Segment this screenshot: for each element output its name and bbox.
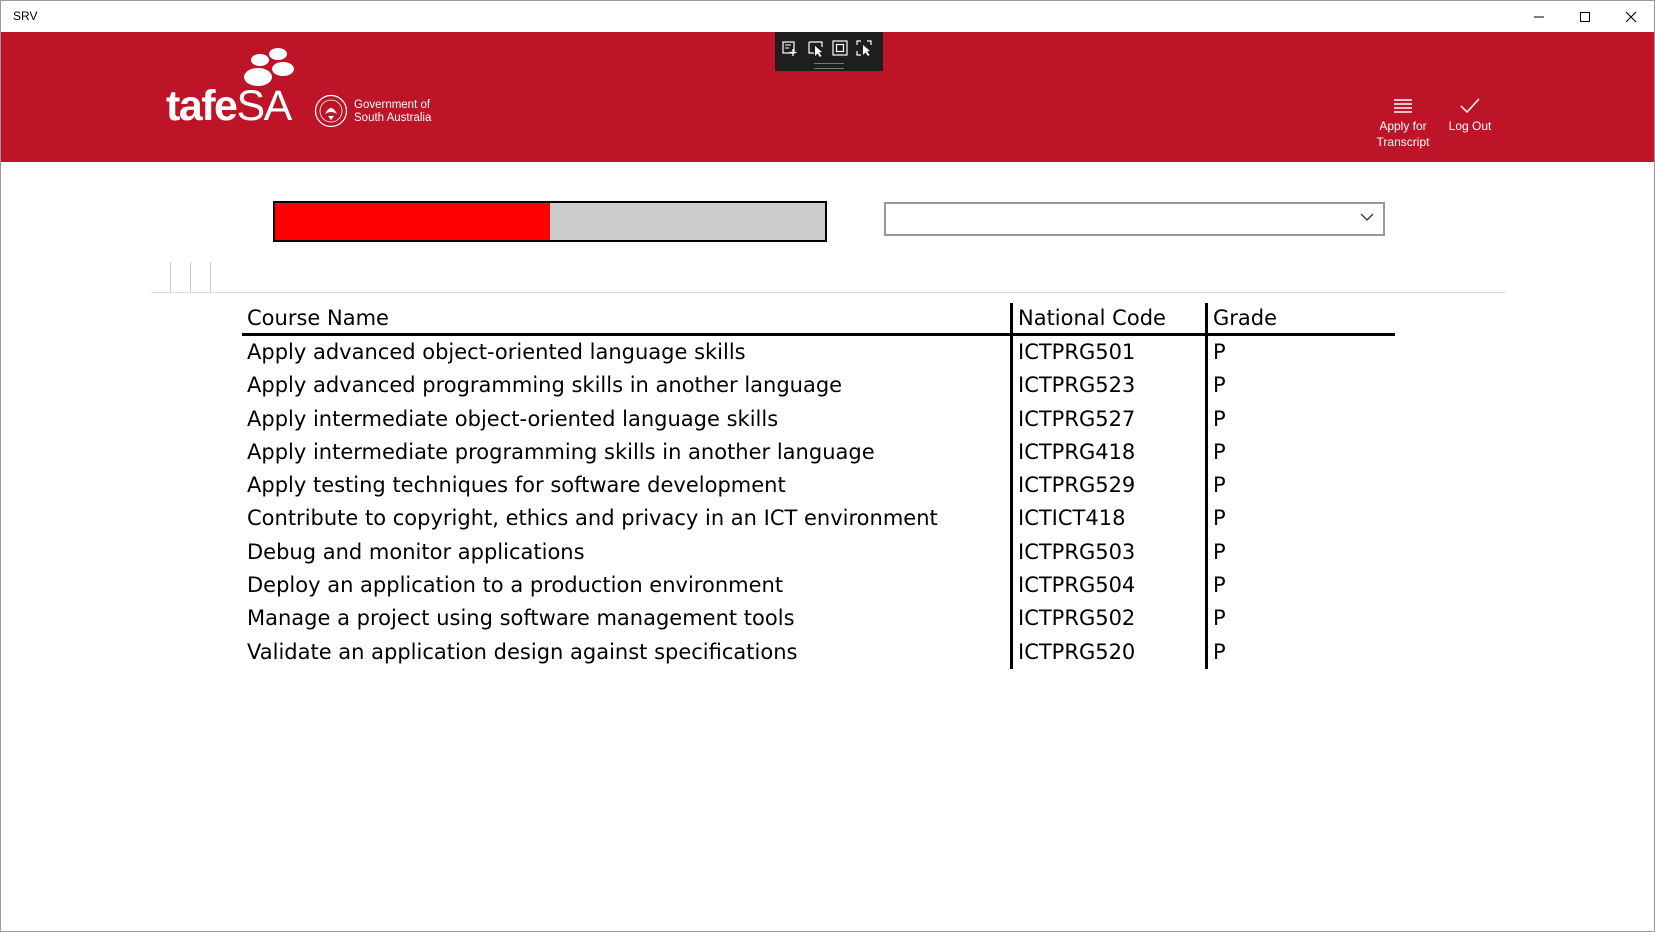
table-row[interactable]: Debug and monitor applications ICTPRG503 P <box>242 535 1395 570</box>
cell-grade: P <box>1205 602 1395 636</box>
cell-grade: P <box>1205 569 1395 603</box>
separator-line <box>190 262 191 292</box>
toolbar-grip[interactable] <box>814 63 844 69</box>
apply-transcript-label-2: Transcript <box>1376 135 1430 149</box>
table-row[interactable]: Validate an application design against s… <box>242 635 1395 669</box>
cell-national-code: ICTPRG523 <box>1010 369 1205 403</box>
close-icon <box>1625 11 1637 22</box>
apply-transcript-button[interactable]: Apply for Transcript <box>1368 96 1438 150</box>
capture-toolbar <box>775 32 883 71</box>
table-row[interactable]: Apply intermediate programming skills in… <box>242 435 1395 470</box>
cell-grade: P <box>1205 402 1395 436</box>
cell-national-code: ICTPRG503 <box>1010 535 1205 570</box>
header-national-code[interactable]: National Code <box>1010 303 1205 333</box>
separator-line <box>170 262 171 292</box>
chevron-down-icon <box>1360 213 1374 221</box>
checkmark-icon <box>1460 98 1480 114</box>
app-window: SRV tafeSA Government of South Australia… <box>0 0 1655 932</box>
window-capture-icon[interactable] <box>831 39 849 57</box>
cell-course-name: Apply testing techniques for software de… <box>247 473 786 498</box>
government-line-1: Government of <box>354 99 431 111</box>
cell-grade: P <box>1205 369 1395 403</box>
close-button[interactable] <box>1608 1 1654 32</box>
logo-word-tafe: tafe <box>166 82 238 130</box>
table-row[interactable]: Contribute to copyright, ethics and priv… <box>242 502 1395 536</box>
select-pointer-icon[interactable] <box>807 39 825 57</box>
tafesa-logo: tafeSA Government of South Australia <box>166 47 466 137</box>
table-row[interactable]: Apply advanced programming skills in ano… <box>242 369 1395 403</box>
table-body: Apply advanced object-oriented language … <box>242 336 1395 669</box>
cell-grade: P <box>1205 635 1395 669</box>
progress-fill <box>275 203 550 240</box>
cell-grade: P <box>1205 502 1395 536</box>
cell-national-code: ICTPRG527 <box>1010 402 1205 436</box>
cell-course-name: Contribute to copyright, ethics and priv… <box>247 506 938 531</box>
cell-grade: P <box>1205 535 1395 570</box>
header-grade[interactable]: Grade <box>1205 303 1395 333</box>
separator-line <box>210 262 211 292</box>
results-table: Course Name National Code Grade Apply ad… <box>242 303 1395 669</box>
cell-course-name: Apply intermediate object-oriented langu… <box>247 406 779 431</box>
cell-national-code: ICTPRG520 <box>1010 635 1205 669</box>
government-label: Government of South Australia <box>354 99 431 125</box>
cell-national-code: ICTPRG504 <box>1010 569 1205 603</box>
state-crest-icon <box>314 94 348 128</box>
cell-grade: P <box>1205 469 1395 503</box>
list-icon <box>1394 99 1412 113</box>
cell-grade: P <box>1205 435 1395 470</box>
cell-national-code: ICTPRG418 <box>1010 435 1205 470</box>
apply-transcript-label-1: Apply for <box>1379 119 1427 133</box>
cell-course-name: Debug and monitor applications <box>247 539 585 564</box>
fullscreen-pointer-icon[interactable] <box>855 39 873 57</box>
cell-national-code: ICTPRG529 <box>1010 469 1205 503</box>
table-row[interactable]: Deploy an application to a production en… <box>242 569 1395 603</box>
cell-national-code: ICTICT418 <box>1010 502 1205 536</box>
table-row[interactable]: Apply intermediate object-oriented langu… <box>242 402 1395 436</box>
table-header: Course Name National Code Grade <box>242 303 1395 336</box>
logo-wordmark: tafeSA <box>166 82 292 130</box>
cell-course-name: Deploy an application to a production en… <box>247 573 784 598</box>
window-title: SRV <box>13 9 38 23</box>
cell-national-code: ICTPRG501 <box>1010 336 1205 370</box>
log-out-label: Log Out <box>1448 119 1492 133</box>
cell-grade: P <box>1205 336 1395 370</box>
header-course-name[interactable]: Course Name <box>242 303 1010 333</box>
cell-national-code: ICTPRG502 <box>1010 602 1205 636</box>
course-dropdown[interactable] <box>884 202 1385 236</box>
maximize-button[interactable] <box>1562 1 1608 32</box>
minimize-icon <box>1534 16 1544 17</box>
cell-course-name: Manage a project using software manageme… <box>247 606 795 631</box>
log-out-button[interactable]: Log Out <box>1435 96 1505 134</box>
cell-course-name: Apply advanced object-oriented language … <box>247 340 746 364</box>
table-row[interactable]: Apply advanced object-oriented language … <box>242 336 1395 370</box>
maximize-icon <box>1580 11 1590 22</box>
minimize-button[interactable] <box>1516 1 1562 32</box>
cell-course-name: Apply intermediate programming skills in… <box>247 439 875 464</box>
cell-course-name: Validate an application design against s… <box>247 639 798 664</box>
government-line-2: South Australia <box>354 112 432 124</box>
progress-bar <box>273 201 827 242</box>
add-region-icon[interactable] <box>781 39 799 57</box>
table-row[interactable]: Apply testing techniques for software de… <box>242 469 1395 503</box>
section-divider <box>151 292 1506 293</box>
logo-word-sa: SA <box>236 82 292 130</box>
window-controls <box>1516 1 1654 32</box>
cell-course-name: Apply advanced programming skills in ano… <box>247 373 843 398</box>
title-bar: SRV <box>1 1 1654 32</box>
app-header: tafeSA Government of South Australia App… <box>1 32 1654 162</box>
table-row[interactable]: Manage a project using software manageme… <box>242 602 1395 636</box>
